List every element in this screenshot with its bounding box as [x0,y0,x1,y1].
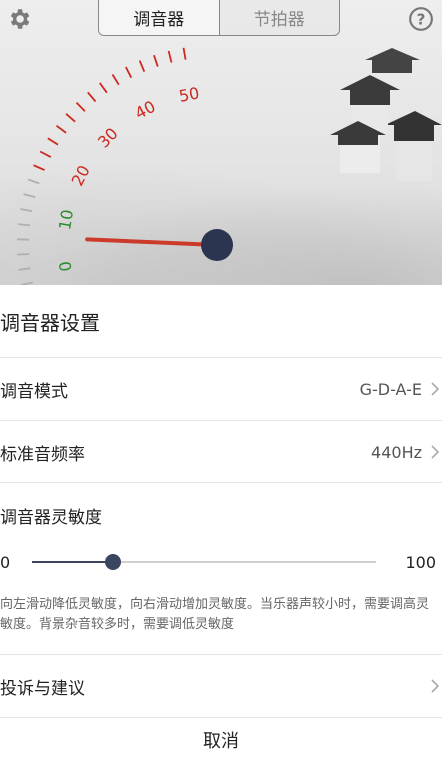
gauge-tick [40,151,51,157]
tab-tuner[interactable]: 调音器 [99,0,220,35]
sheet-title: 调音器设置 [0,285,442,357]
chevron-right-icon [430,381,440,397]
gauge-tick [17,254,29,255]
gauge-tick [140,61,145,72]
divider [0,482,442,483]
tuner-panel: -30-20-1001020304050 调音器 节拍器 ? [0,0,442,285]
gauge-tick [48,138,58,144]
tab-metronome[interactable]: 节拍器 [220,0,340,35]
feedback-label: 投诉与建议 [0,674,85,699]
gauge-tick [77,103,85,112]
cancel-button[interactable]: 取消 [0,717,442,762]
gauge-tick [19,268,31,269]
slider-min-label: 0 [0,553,10,572]
sensitivity-label: 调音器灵敏度 [0,503,102,528]
gauge-hub [201,229,233,261]
gauge-tick [34,165,45,170]
svg-text:?: ? [417,10,426,28]
slider-track[interactable] [32,561,376,563]
mode-tabs: 调音器 节拍器 [98,0,340,36]
gauge-tick [154,55,158,66]
standard-pitch-label: 标准音频率 [0,440,85,465]
sensitivity-hint: 向左滑动降低灵敏度，向右滑动增加灵敏度。当乐器声较小时，需要调高灵敏度。背景杂音… [0,595,436,635]
gauge-tick [184,48,186,60]
gauge-tick [113,74,119,84]
gauge-tick [126,67,131,78]
slider-max-label: 100 [405,553,436,572]
gauge-needle [87,239,217,245]
gauge-tick [24,194,36,197]
gauge-tick-label: 10 [55,208,77,231]
gauge-tick [56,126,66,133]
tuning-mode-value: G-D-A-E [360,380,422,399]
gauge-tick [28,179,39,183]
gauge-tick [18,224,30,225]
chevron-right-icon [430,444,440,460]
help-icon[interactable]: ? [408,6,434,32]
tuning-mode-row[interactable]: 调音模式 G-D-A-E [0,357,442,420]
gauge-tick [169,51,172,63]
gauge-tick-label: 0 [55,260,75,273]
gauge-tick-label: 50 [177,83,200,105]
settings-sheet: 调音器设置 调音模式 G-D-A-E 标准音频率 440Hz 调音器灵敏度 0 … [0,285,442,761]
gauge-tick [100,83,107,93]
gauge-tick [20,209,32,211]
gauge-tick [88,92,96,101]
standard-pitch-value: 440Hz [371,443,422,462]
gauge-tick-label: 20 [68,162,94,189]
chevron-right-icon [430,678,440,694]
slider-fill [32,561,113,563]
standard-pitch-row[interactable]: 标准音频率 440Hz [0,420,442,483]
gear-icon[interactable] [6,6,32,32]
gauge-tick-label: 40 [132,97,159,123]
gauge-tick-label: 30 [94,124,122,152]
feedback-row[interactable]: 投诉与建议 [0,654,442,717]
sensitivity-slider[interactable]: 0 100 [0,547,442,577]
tuning-mode-label: 调音模式 [0,377,68,402]
rooftop-decoration [330,45,442,195]
slider-thumb[interactable] [105,554,121,570]
gauge-tick [66,114,75,122]
